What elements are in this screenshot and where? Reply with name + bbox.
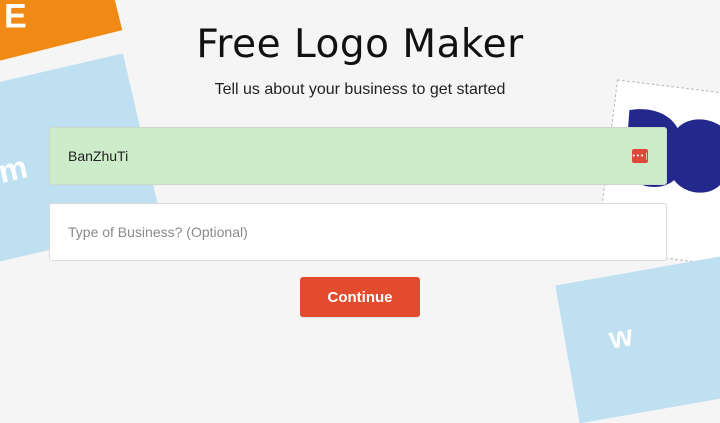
password-manager-icon[interactable]: •••|	[632, 149, 648, 163]
business-name-value: BanZhuTi	[68, 148, 129, 164]
decorative-card-text: om	[0, 148, 31, 195]
page-subtitle: Tell us about your business to get start…	[214, 81, 506, 98]
decorative-blue-card-right: w	[555, 252, 720, 423]
continue-button[interactable]: Continue	[300, 277, 420, 317]
business-name-input[interactable]: BanZhuTi •••|	[49, 127, 667, 185]
page-title: Free Logo Maker	[196, 22, 524, 67]
business-type-input[interactable]: Type of Business? (Optional)	[49, 203, 667, 261]
decorative-card-text: w	[606, 319, 636, 356]
business-type-placeholder: Type of Business? (Optional)	[68, 224, 248, 240]
